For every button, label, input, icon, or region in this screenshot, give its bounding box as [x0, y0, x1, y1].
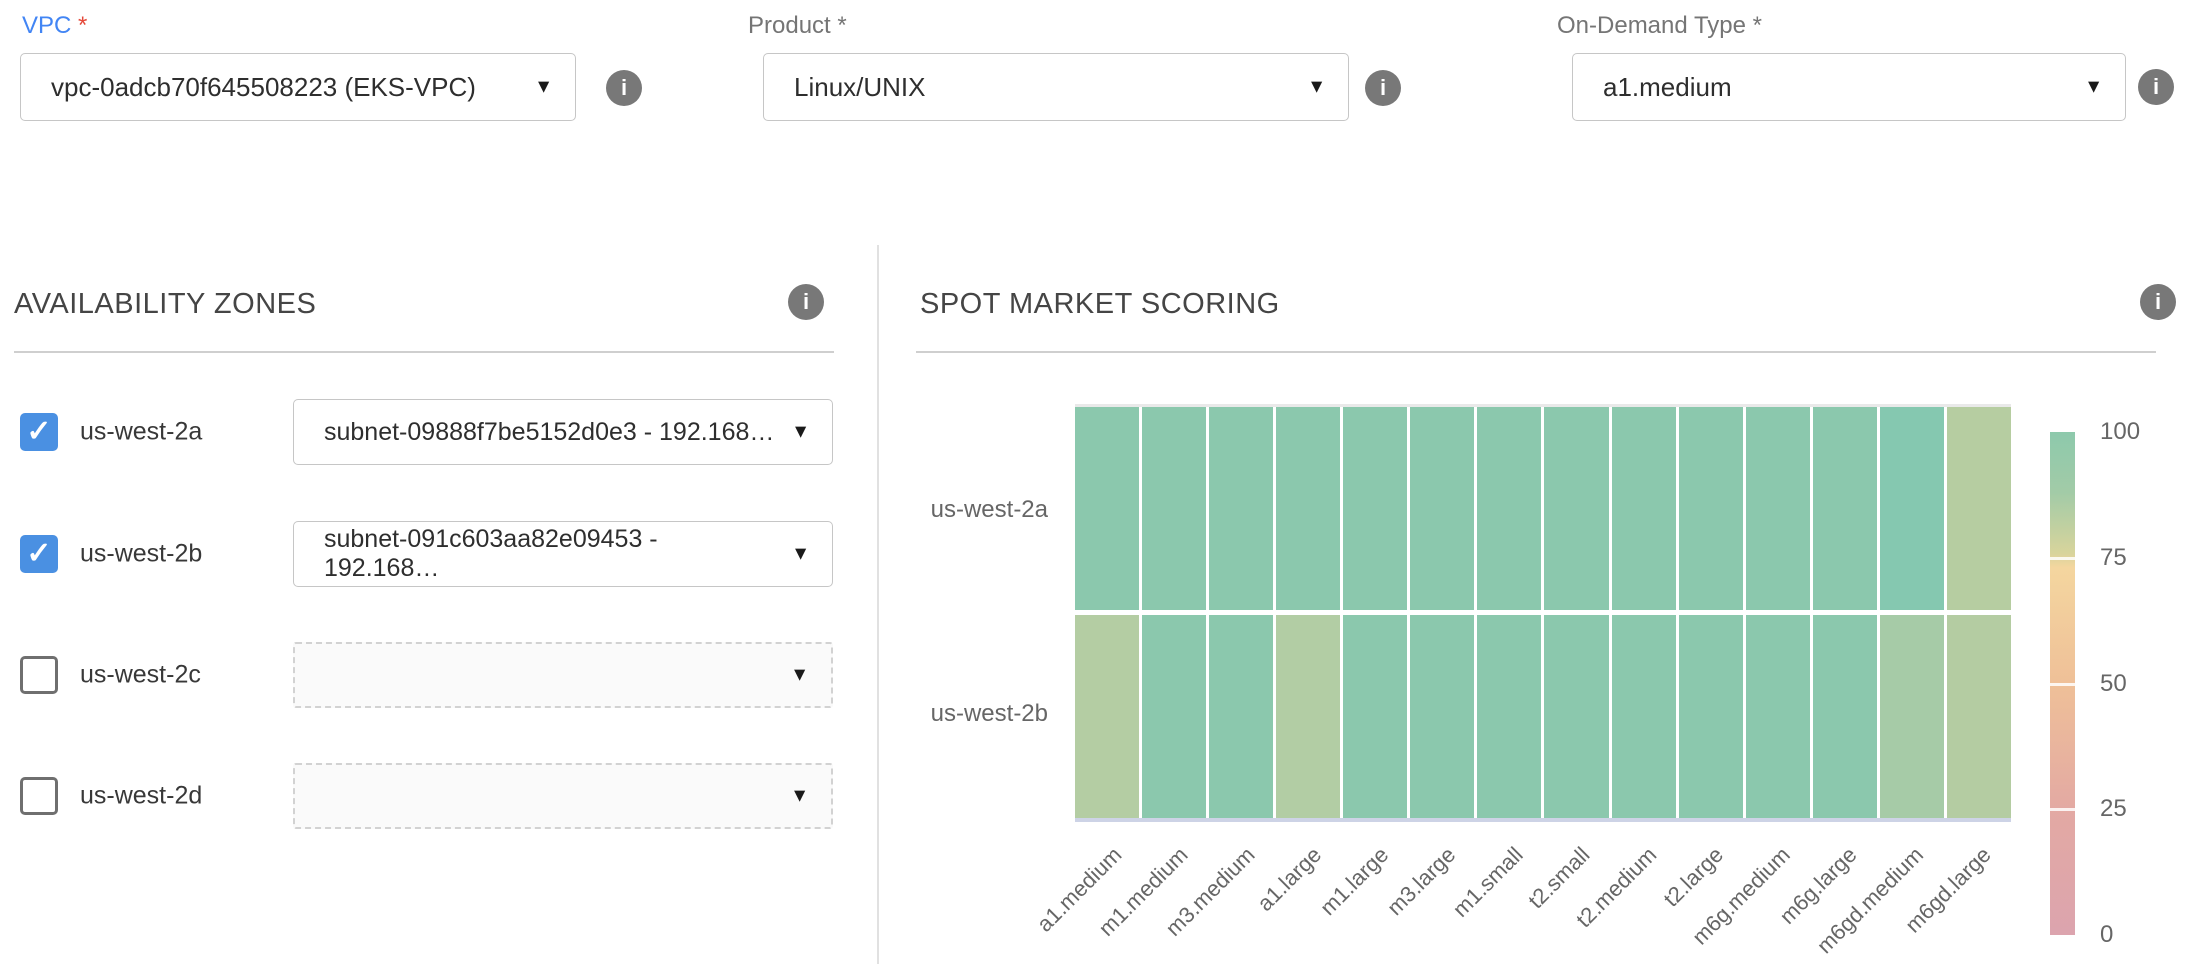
x-axis-label: m1.large [1315, 842, 1394, 921]
heatmap-cell-us-west-2a-m3.large[interactable] [1410, 407, 1474, 610]
availability-zones-rule [14, 351, 834, 353]
spot-market-scoring-info-icon[interactable]: i [2140, 284, 2176, 320]
chevron-down-icon: ▼ [1307, 78, 1326, 97]
legend-tick-line [2050, 808, 2075, 811]
az-checkbox-us-west-2d[interactable]: ✓ [20, 777, 58, 815]
spot-market-scoring-rule [916, 351, 2156, 353]
az-zone-label: us-west-2b [80, 540, 202, 569]
heatmap-cell-us-west-2b-m3.medium[interactable] [1209, 615, 1273, 818]
legend-tick-label: 100 [2100, 418, 2170, 446]
chevron-down-icon: ▼ [2084, 78, 2103, 97]
product-select-value: Linux/UNIX [794, 72, 926, 103]
heatmap-cell-us-west-2b-t2.large[interactable] [1679, 615, 1743, 818]
product-info-icon[interactable]: i [1365, 70, 1401, 106]
on-demand-type-label: On-Demand Type * [1557, 12, 1762, 40]
heatmap-cell-us-west-2a-m1.large[interactable] [1343, 407, 1407, 610]
heatmap-cell-us-west-2a-m1.medium[interactable] [1142, 407, 1206, 610]
on-demand-type-select[interactable]: a1.medium ▼ [1572, 53, 2126, 121]
az-row-us-west-2c: ✓ us-west-2c ▼ [0, 642, 860, 708]
az-row-us-west-2d: ✓ us-west-2d ▼ [0, 763, 860, 829]
az-row-us-west-2a: ✓ us-west-2a subnet-09888f7be5152d0e3 - … [0, 399, 860, 465]
az-zone-label: us-west-2c [80, 661, 201, 690]
subnet-select-us-west-2a[interactable]: subnet-09888f7be5152d0e3 - 192.168… ▼ [293, 399, 833, 465]
subnet-select-us-west-2d[interactable]: ▼ [293, 763, 833, 829]
az-row-us-west-2b: ✓ us-west-2b subnet-091c603aa82e09453 - … [0, 521, 860, 587]
heatmap-cell-us-west-2a-t2.medium[interactable] [1612, 407, 1676, 610]
subnet-select-value: subnet-09888f7be5152d0e3 - 192.168… [324, 418, 774, 447]
heatmap-grid [1075, 404, 2011, 822]
heatmap-cell-us-west-2a-m3.medium[interactable] [1209, 407, 1273, 610]
legend-tick-label: 75 [2100, 544, 2170, 572]
heatmap-cell-us-west-2a-m6gd.medium[interactable] [1880, 407, 1944, 610]
heatmap-cell-us-west-2a-m1.small[interactable] [1477, 407, 1541, 610]
chevron-down-icon: ▼ [791, 423, 810, 442]
subnet-select-us-west-2c[interactable]: ▼ [293, 642, 833, 708]
heatmap-cell-us-west-2b-m1.medium[interactable] [1142, 615, 1206, 818]
legend-tick-label: 25 [2100, 795, 2170, 823]
subnet-select-us-west-2b[interactable]: subnet-091c603aa82e09453 - 192.168… ▼ [293, 521, 833, 587]
product-select[interactable]: Linux/UNIX ▼ [763, 53, 1349, 121]
heatmap-cell-us-west-2a-t2.large[interactable] [1679, 407, 1743, 610]
product-label: Product * [748, 12, 847, 40]
heatmap-cell-us-west-2a-a1.medium[interactable] [1075, 407, 1139, 610]
heatmap-cell-us-west-2b-m6g.large[interactable] [1813, 615, 1877, 818]
heatmap-cell-us-west-2b-m6gd.medium[interactable] [1880, 615, 1944, 818]
heatmap-cell-us-west-2b-m1.small[interactable] [1477, 615, 1541, 818]
heatmap-cell-us-west-2a-m6gd.large[interactable] [1947, 407, 2011, 610]
chevron-down-icon: ▼ [791, 545, 810, 564]
vpc-info-icon[interactable]: i [606, 70, 642, 106]
az-zone-label: us-west-2d [80, 782, 202, 811]
vpc-select-value: vpc-0adcb70f645508223 (EKS-VPC) [51, 72, 476, 103]
subnet-select-value: subnet-091c603aa82e09453 - 192.168… [324, 525, 776, 583]
heatmap-cell-us-west-2a-a1.large[interactable] [1276, 407, 1340, 610]
heatmap-cell-us-west-2b-m6gd.large[interactable] [1947, 615, 2011, 818]
chevron-down-icon: ▼ [534, 78, 553, 97]
az-checkbox-us-west-2c[interactable]: ✓ [20, 656, 58, 694]
y-axis-label: us-west-2b [798, 700, 1048, 728]
az-checkbox-us-west-2a[interactable]: ✓ [20, 413, 58, 451]
heatmap-cell-us-west-2a-m6g.medium[interactable] [1746, 407, 1810, 610]
x-axis-label: m1.small [1447, 842, 1528, 923]
check-icon: ✓ [26, 539, 51, 569]
on-demand-type-info-icon[interactable]: i [2138, 69, 2174, 105]
legend-tick-line [2050, 683, 2075, 686]
availability-zones-title: AVAILABILITY ZONES [14, 288, 316, 321]
spot-market-scoring-title: SPOT MARKET SCORING [920, 288, 1280, 321]
check-icon: ✓ [26, 417, 51, 447]
heatmap-cell-us-west-2b-m1.large[interactable] [1343, 615, 1407, 818]
heatmap-cell-us-west-2a-m6g.large[interactable] [1813, 407, 1877, 610]
heatmap-cell-us-west-2b-m6g.medium[interactable] [1746, 615, 1810, 818]
vpc-label: VPC * [22, 12, 87, 40]
az-zone-label: us-west-2a [80, 418, 202, 447]
heatmap-cell-us-west-2b-a1.large[interactable] [1276, 615, 1340, 818]
az-checkbox-us-west-2b[interactable]: ✓ [20, 535, 58, 573]
heatmap-cell-us-west-2b-a1.medium[interactable] [1075, 615, 1139, 818]
legend-tick-label: 50 [2100, 670, 2170, 698]
chevron-down-icon: ▼ [790, 787, 809, 806]
x-axis-label: a1.large [1253, 842, 1328, 917]
chevron-down-icon: ▼ [790, 666, 809, 685]
panel-divider [877, 245, 879, 964]
vpc-select[interactable]: vpc-0adcb70f645508223 (EKS-VPC) ▼ [20, 53, 576, 121]
legend-tick-line [2050, 557, 2075, 560]
x-axis-label: m3.large [1382, 842, 1461, 921]
y-axis-label: us-west-2a [798, 496, 1048, 524]
heatmap-cell-us-west-2a-t2.small[interactable] [1544, 407, 1608, 610]
on-demand-type-select-value: a1.medium [1603, 72, 1732, 103]
heatmap-cell-us-west-2b-t2.small[interactable] [1544, 615, 1608, 818]
heatmap-cell-us-west-2b-t2.medium[interactable] [1612, 615, 1676, 818]
availability-zones-info-icon[interactable]: i [788, 284, 824, 320]
heatmap-cell-us-west-2b-m3.large[interactable] [1410, 615, 1474, 818]
legend-tick-label: 0 [2100, 921, 2170, 949]
